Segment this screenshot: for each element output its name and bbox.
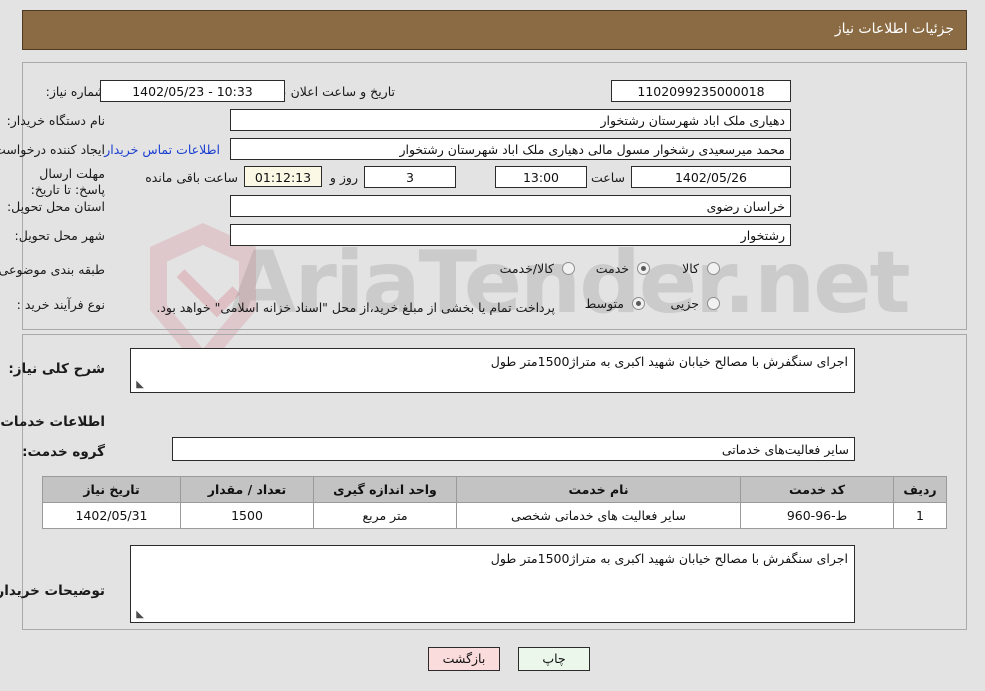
buyer-org-value: دهیاری ملک اباد شهرستان رشتخوار [230, 109, 791, 131]
print-button[interactable]: چاپ [518, 647, 590, 671]
buyer-org-label: نام دستگاه خریدار: [6, 113, 105, 128]
radio-indicator[interactable] [707, 262, 720, 275]
services-section-title: اطلاعات خدمات مورد نیاز [0, 414, 105, 430]
purchase-type-label: نوع فرآیند خرید : [16, 297, 105, 312]
request-creator-label: ایجاد کننده درخواست: [0, 142, 105, 157]
deadline-hour-value: 13:00 [495, 166, 587, 188]
purchase-type-radio-motevaset[interactable]: متوسط [585, 296, 645, 311]
resize-grip-icon[interactable]: ◣ [134, 610, 144, 620]
buyer-notes-label: توضیحات خریدار: [0, 583, 105, 599]
col-name: نام خدمت [456, 476, 741, 503]
resize-grip-icon[interactable]: ◣ [134, 380, 144, 390]
category-label: طبقه بندی موضوعی: [0, 262, 105, 277]
deadline-days-label: روز و [329, 170, 358, 185]
radio-indicator[interactable] [632, 297, 645, 310]
deadline-label: مهلت ارسال پاسخ: تا تاریخ: [30, 166, 105, 197]
category-option-label: کالا [682, 261, 699, 276]
buyer-notes-value: اجرای سنگفرش با مصالح خیابان شهید اکبری … [490, 551, 848, 566]
page-header: جزئیات اطلاعات نیاز [22, 10, 967, 50]
col-qty: تعداد / مقدار [180, 476, 314, 503]
table-row: 1 ط-96-960 سایر فعالیت های خدماتی شخصی م… [42, 502, 947, 529]
table-header-row: ردیف کد خدمت نام خدمت واحد اندازه گیری ت… [42, 476, 947, 503]
col-unit: واحد اندازه گیری [313, 476, 457, 503]
city-value: رشتخوار [230, 224, 791, 246]
buyer-notes-textarea[interactable]: اجرای سنگفرش با مصالح خیابان شهید اکبری … [130, 545, 855, 623]
deadline-hour-label: ساعت [590, 170, 625, 185]
category-radio-khedmat[interactable]: خدمت [596, 261, 650, 276]
service-group-value: سایر فعالیت‌های خدماتی [172, 437, 855, 461]
deadline-countdown-value: 01:12:13 [244, 166, 322, 187]
col-code: کد خدمت [740, 476, 894, 503]
cell-name: سایر فعالیت های خدماتی شخصی [456, 502, 741, 529]
city-label: شهر محل تحویل: [14, 228, 105, 243]
radio-indicator[interactable] [562, 262, 575, 275]
general-need-value: اجرای سنگفرش با مصالح خیابان شهید اکبری … [490, 354, 848, 369]
cell-unit: متر مربع [313, 502, 457, 529]
back-button[interactable]: بازگشت [428, 647, 500, 671]
purchase-type-radio-jozei[interactable]: جزیی [670, 296, 720, 311]
need-number-label: شماره نیاز: [45, 84, 105, 99]
request-creator-value: محمد میرسعیدی رشخوار مسول مالی دهیاری مل… [230, 138, 791, 160]
services-table: ردیف کد خدمت نام خدمت واحد اندازه گیری ت… [42, 476, 947, 529]
category-radio-kala[interactable]: کالا [682, 261, 720, 276]
buyer-contact-link[interactable]: اطلاعات تماس خریدار [104, 142, 220, 157]
category-option-label: کالا/خدمت [499, 261, 554, 276]
page-root: AriaTender.net جزئیات اطلاعات نیاز شماره… [0, 0, 985, 691]
col-date: تاریخ نیاز [42, 476, 181, 503]
radio-indicator[interactable] [707, 297, 720, 310]
need-number-value: 1102099235000018 [611, 80, 791, 102]
service-group-label: گروه خدمت: [22, 444, 105, 460]
deadline-date-value: 1402/05/26 [631, 166, 791, 188]
cell-code: ط-96-960 [740, 502, 894, 529]
deadline-days-value: 3 [364, 166, 456, 188]
radio-indicator[interactable] [637, 262, 650, 275]
announce-datetime-value: 10:33 - 1402/05/23 [100, 80, 285, 102]
cell-date: 1402/05/31 [42, 502, 181, 529]
purchase-type-option-label: جزیی [670, 296, 699, 311]
page-title: جزئیات اطلاعات نیاز [834, 21, 954, 37]
col-row: ردیف [893, 476, 947, 503]
category-option-label: خدمت [595, 261, 629, 276]
purchase-type-note: پرداخت تمام یا بخشی از مبلغ خرید،از محل … [156, 300, 555, 315]
province-value: خراسان رضوی [230, 195, 791, 217]
purchase-type-option-label: متوسط [584, 296, 624, 311]
category-radio-kala-khedmat[interactable]: کالا/خدمت [500, 261, 575, 276]
general-need-label: شرح کلی نیاز: [8, 361, 105, 377]
general-need-textarea[interactable]: اجرای سنگفرش با مصالح خیابان شهید اکبری … [130, 348, 855, 393]
deadline-countdown-label: ساعت باقی مانده [145, 170, 238, 185]
cell-row: 1 [893, 502, 947, 529]
cell-qty: 1500 [180, 502, 314, 529]
province-label: استان محل تحویل: [6, 199, 105, 214]
